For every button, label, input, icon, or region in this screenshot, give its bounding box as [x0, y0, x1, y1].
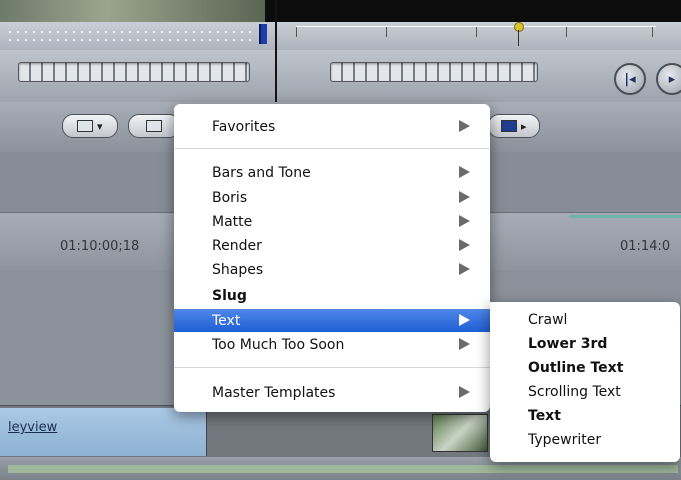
- menu-item-label: Shapes: [212, 261, 264, 278]
- canvas-playhead-line: [518, 30, 519, 46]
- ruler-tick: [566, 27, 567, 37]
- menu-item-slug[interactable]: Slug: [174, 284, 490, 307]
- generator-menu: Favorites Bars and Tone Boris Matte Rend…: [174, 104, 490, 412]
- text-submenu: Crawl Lower 3rd Outline Text Scrolling T…: [490, 302, 680, 462]
- menu-item-label: Favorites: [212, 118, 276, 135]
- menu-item-label: Too Much Too Soon: [212, 336, 345, 353]
- menu-separator: [174, 367, 490, 368]
- menu-item-too-much-too-soon[interactable]: Too Much Too Soon: [174, 333, 490, 356]
- menu-item-label: Boris: [212, 189, 248, 206]
- viewer-shuttle-control[interactable]: [18, 62, 250, 82]
- timeline-clip[interactable]: leyview: [0, 408, 207, 456]
- canvas-shuttle-control[interactable]: [330, 62, 538, 82]
- canvas-scrubber[interactable]: [296, 26, 656, 47]
- generator-button[interactable]: [128, 114, 180, 138]
- submenu-item-text[interactable]: Text: [528, 408, 561, 424]
- menu-item-label: Matte: [212, 213, 253, 230]
- ruler-tick: [476, 27, 477, 37]
- menu-item-boris[interactable]: Boris: [174, 186, 490, 209]
- menu-item-favorites[interactable]: Favorites: [174, 115, 490, 138]
- submenu-arrow-icon: [459, 263, 470, 275]
- submenu-arrow-icon: [459, 239, 470, 251]
- go-to-previous-edit-icon[interactable]: |◂: [614, 63, 646, 95]
- submenu-item-crawl[interactable]: Crawl: [528, 312, 567, 328]
- menu-item-bars-and-tone[interactable]: Bars and Tone: [174, 161, 490, 184]
- clip-thumbnail[interactable]: [432, 414, 488, 452]
- menu-separator: [174, 148, 490, 149]
- audio-clip[interactable]: [8, 465, 678, 473]
- submenu-arrow-icon: [459, 314, 470, 326]
- canvas-playhead-icon[interactable]: [514, 22, 524, 32]
- menu-item-label: Slug: [212, 287, 247, 304]
- viewer-image: [0, 0, 265, 22]
- menu-item-label: Text: [212, 312, 241, 329]
- menu-item-label: Render: [212, 237, 262, 254]
- scrubber-dots: [6, 28, 256, 44]
- viewer-top-strip: [0, 0, 681, 22]
- timecode-right: 01:14:0: [620, 239, 671, 254]
- ruler-tick: [296, 27, 297, 37]
- clip-name: leyview: [8, 420, 58, 435]
- submenu-item-typewriter[interactable]: Typewriter: [528, 432, 601, 448]
- timecode-left: 01:10:00;18: [60, 239, 140, 254]
- menu-item-matte[interactable]: Matte: [174, 210, 490, 233]
- submenu-arrow-icon: [459, 338, 470, 350]
- menu-item-label: Bars and Tone: [212, 164, 311, 181]
- menu-item-master-templates[interactable]: Master Templates: [174, 381, 490, 404]
- text-generator-icon: [146, 120, 162, 132]
- render-bar: [570, 215, 681, 218]
- submenu-item-outline-text[interactable]: Outline Text: [528, 360, 623, 376]
- transport-controls: |◂ ▸: [0, 50, 681, 102]
- submenu-arrow-icon: [459, 166, 470, 178]
- submenu-item-scrolling-text[interactable]: Scrolling Text: [528, 384, 621, 400]
- submenu-arrow-icon: [459, 386, 470, 398]
- viewer-playhead-icon[interactable]: [259, 24, 267, 44]
- menu-item-shapes[interactable]: Shapes: [174, 258, 490, 281]
- ruler-tick: [386, 27, 387, 37]
- menu-item-render[interactable]: Render: [174, 234, 490, 257]
- film-icon: [77, 120, 94, 132]
- menu-item-text[interactable]: Text: [174, 309, 490, 332]
- submenu-arrow-icon: [459, 120, 470, 132]
- playhead-line: [275, 0, 277, 106]
- menu-item-label: Master Templates: [212, 384, 336, 401]
- recent-clips-button[interactable]: ▾: [62, 114, 118, 138]
- play-icon[interactable]: ▸: [656, 63, 681, 95]
- ruler-tick: [652, 27, 653, 37]
- overlay-icon: [501, 120, 518, 132]
- submenu-arrow-icon: [459, 215, 470, 227]
- submenu-item-lower-3rd[interactable]: Lower 3rd: [528, 336, 607, 352]
- overlay-button[interactable]: ▸: [488, 114, 540, 138]
- submenu-arrow-icon: [459, 191, 470, 203]
